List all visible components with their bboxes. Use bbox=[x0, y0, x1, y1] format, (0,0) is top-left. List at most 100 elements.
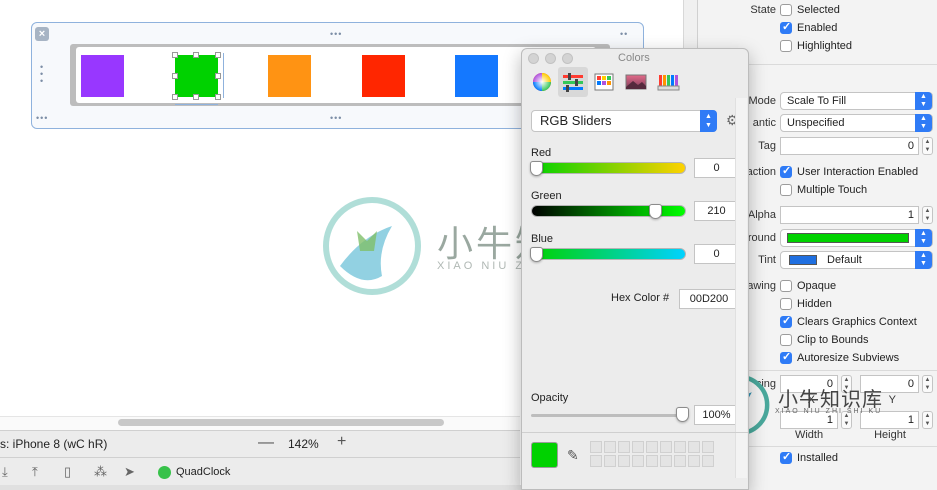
tag-stepper[interactable]: ▲ ▼ bbox=[922, 137, 933, 155]
hidden-checkbox[interactable] bbox=[780, 298, 792, 310]
tag-field[interactable]: 0 bbox=[780, 137, 919, 155]
stretch-height-stepper[interactable]: ▲ ▼ bbox=[922, 411, 933, 429]
zoom-out-button[interactable]: — bbox=[258, 434, 274, 452]
favorite-swatch[interactable] bbox=[604, 441, 616, 453]
tab-crayons[interactable] bbox=[653, 67, 683, 97]
horizontal-scrollbar-thumb[interactable] bbox=[118, 419, 444, 426]
blue-slider-label: Blue bbox=[531, 233, 554, 245]
favorite-swatch[interactable] bbox=[688, 441, 700, 453]
highlighted-checkbox[interactable] bbox=[780, 40, 792, 52]
resize-handle[interactable] bbox=[172, 94, 178, 100]
tab-image-palettes[interactable] bbox=[621, 67, 651, 97]
installed-checkbox[interactable] bbox=[780, 450, 792, 464]
blue-value-field[interactable]: 0 bbox=[694, 244, 739, 264]
close-window-button[interactable] bbox=[528, 53, 539, 64]
resize-handle[interactable] bbox=[193, 94, 199, 100]
chevron-updown-icon: ▲ ▼ bbox=[915, 251, 932, 269]
close-icon[interactable]: × bbox=[35, 27, 49, 41]
step-out-icon[interactable]: ⤒ bbox=[32, 464, 38, 480]
green-view-selected[interactable] bbox=[175, 55, 218, 97]
memory-graph-icon[interactable]: ⁂ bbox=[94, 464, 107, 480]
enabled-checkbox[interactable] bbox=[780, 20, 792, 34]
minimize-window-button[interactable] bbox=[545, 53, 556, 64]
top-right-grip-icon[interactable]: •• bbox=[620, 30, 628, 39]
favorite-swatch[interactable] bbox=[646, 455, 658, 467]
favorite-swatch[interactable] bbox=[702, 441, 714, 453]
favorite-swatch[interactable] bbox=[702, 455, 714, 467]
favorite-swatch[interactable] bbox=[618, 441, 630, 453]
red-slider[interactable] bbox=[531, 162, 686, 174]
blue-view[interactable] bbox=[455, 55, 498, 97]
favorite-swatch[interactable] bbox=[674, 441, 686, 453]
hex-color-field[interactable]: 00D200 bbox=[679, 289, 739, 309]
resize-handle[interactable] bbox=[215, 94, 221, 100]
background-color-popup[interactable]: ▲ ▼ bbox=[780, 229, 933, 247]
zoom-in-button[interactable]: + bbox=[337, 433, 346, 451]
opaque-checkbox[interactable] bbox=[780, 280, 792, 292]
bottom-grip-icon[interactable]: ••• bbox=[330, 114, 342, 123]
favorite-swatch[interactable] bbox=[660, 455, 672, 467]
step-into-icon[interactable]: ⤓ bbox=[2, 464, 8, 480]
tint-popup[interactable]: Default ▲ ▼ bbox=[780, 251, 933, 269]
user-interaction-checkbox[interactable] bbox=[780, 164, 792, 178]
zoom-window-button[interactable] bbox=[562, 53, 573, 64]
sliders-icon bbox=[563, 73, 583, 92]
scheme-label[interactable]: QuadClock bbox=[176, 466, 230, 478]
colors-panel-scrollbar[interactable] bbox=[735, 98, 747, 478]
watermark-subtext: XIAO NIU ZHI SHI KU bbox=[775, 408, 883, 415]
blue-slider-knob[interactable] bbox=[530, 247, 543, 262]
selected-checkbox[interactable] bbox=[780, 4, 792, 16]
favorite-swatch[interactable] bbox=[590, 441, 602, 453]
view-as-device-label[interactable]: s: iPhone 8 (wC hR) bbox=[0, 437, 107, 451]
alpha-stepper[interactable]: ▲ ▼ bbox=[922, 206, 933, 224]
favorite-swatch[interactable] bbox=[688, 455, 700, 467]
red-slider-knob[interactable] bbox=[530, 161, 543, 176]
color-mode-popup[interactable]: RGB Sliders bbox=[531, 110, 717, 132]
view-hierarchy-icon[interactable]: ▯ bbox=[64, 464, 71, 480]
location-icon[interactable]: ➤ bbox=[124, 464, 135, 480]
tint-color-well bbox=[789, 255, 817, 265]
clears-graphics-label: Clears Graphics Context bbox=[797, 316, 917, 328]
purple-view[interactable] bbox=[81, 55, 124, 97]
favorite-swatch[interactable] bbox=[604, 455, 616, 467]
current-color-well[interactable] bbox=[531, 442, 558, 468]
resize-handle[interactable] bbox=[215, 73, 221, 79]
resize-handle[interactable] bbox=[172, 52, 178, 58]
opacity-slider-knob[interactable] bbox=[676, 407, 689, 422]
resize-handle[interactable] bbox=[172, 73, 178, 79]
blue-slider[interactable] bbox=[531, 248, 686, 260]
resize-handle[interactable] bbox=[215, 52, 221, 58]
bottom-left-grip-icon[interactable]: ••• bbox=[36, 114, 48, 123]
orange-view[interactable] bbox=[268, 55, 311, 97]
favorite-swatch[interactable] bbox=[632, 441, 644, 453]
clears-graphics-checkbox[interactable] bbox=[780, 314, 792, 328]
left-grip-icon[interactable]: • • • bbox=[40, 63, 46, 86]
red-value-field[interactable]: 0 bbox=[694, 158, 739, 178]
favorite-swatch[interactable] bbox=[646, 441, 658, 453]
green-slider[interactable] bbox=[531, 205, 686, 217]
opacity-value-field[interactable]: 100% bbox=[694, 405, 739, 425]
green-value-field[interactable]: 210 bbox=[694, 201, 739, 221]
eyedropper-icon[interactable]: ✎ bbox=[567, 447, 579, 464]
favorite-swatch[interactable] bbox=[660, 441, 672, 453]
favorite-swatch[interactable] bbox=[618, 455, 630, 467]
favorite-swatch[interactable] bbox=[632, 455, 644, 467]
tab-color-sliders[interactable] bbox=[558, 67, 588, 97]
app-icon bbox=[158, 466, 171, 479]
tab-color-palettes[interactable] bbox=[589, 67, 619, 97]
semantic-popup[interactable]: Unspecified ▲ ▼ bbox=[780, 114, 933, 132]
green-slider-knob[interactable] bbox=[649, 204, 662, 219]
favorite-swatch[interactable] bbox=[674, 455, 686, 467]
opacity-slider[interactable] bbox=[531, 414, 685, 417]
content-mode-popup[interactable]: Scale To Fill ▲ ▼ bbox=[780, 92, 933, 110]
autoresize-checkbox[interactable] bbox=[780, 350, 792, 364]
stretch-y-stepper[interactable]: ▲ ▼ bbox=[922, 375, 933, 393]
top-grip-icon[interactable]: ••• bbox=[330, 30, 342, 39]
alpha-field[interactable]: 1 bbox=[780, 206, 919, 224]
clip-to-bounds-checkbox[interactable] bbox=[780, 334, 792, 346]
multiple-touch-checkbox[interactable] bbox=[780, 184, 792, 196]
tab-color-wheel[interactable] bbox=[527, 67, 557, 97]
favorite-swatch[interactable] bbox=[590, 455, 602, 467]
red-view[interactable] bbox=[362, 55, 405, 97]
resize-handle[interactable] bbox=[193, 52, 199, 58]
